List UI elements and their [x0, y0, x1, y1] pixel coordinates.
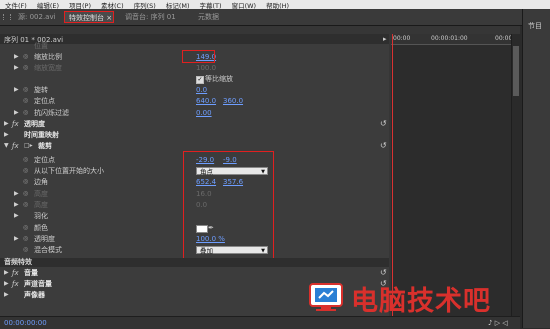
stopwatch-icon[interactable]: ◎ [23, 166, 28, 176]
fx-icon[interactable]: ƒx [12, 279, 19, 289]
stopwatch-icon[interactable]: ◎ [23, 245, 28, 255]
ruler-tc-mid: 00:00:01:00 [431, 35, 468, 42]
expand-triangle-icon[interactable]: ▶ [14, 85, 19, 95]
fx-icon[interactable]: ƒx [12, 141, 19, 151]
effect-label: 透明度 [24, 120, 45, 128]
stopwatch-icon[interactable]: ◎ [23, 200, 28, 210]
stopwatch-icon[interactable]: ◎ [23, 85, 28, 95]
watermark: 电脑技术吧 [307, 278, 491, 318]
effect-crop: ▼ ƒx □▸ 裁剪 ↺ [0, 141, 389, 151]
time-ruler[interactable]: 00:00 00:00:01:00 00:00 [391, 34, 513, 45]
highlight-box-scale [182, 50, 215, 63]
program-monitor-label[interactable]: 节目 [528, 21, 542, 31]
effect-label: 声道音量 [24, 280, 52, 288]
reset-icon[interactable]: ↺ [380, 119, 387, 129]
expand-triangle-icon[interactable]: ▶ [14, 63, 19, 73]
param-antiflicker: ▶ ◎ 抗闪烁过滤 0.00 [0, 108, 389, 118]
expand-triangle-icon[interactable]: ▶ [14, 234, 19, 244]
stopwatch-icon[interactable]: ◎ [23, 108, 28, 118]
reset-icon[interactable]: ↺ [380, 268, 387, 278]
scroll-thumb[interactable] [513, 46, 519, 96]
param-uniform-scale: 等比缩放 [0, 74, 389, 84]
ruler-tc-end: 00:00 [495, 35, 513, 42]
stopwatch-icon[interactable]: ◎ [23, 155, 28, 165]
param-label: 高度 [34, 190, 48, 198]
tab-audio-mixer[interactable]: 调音台: 序列 01 [121, 11, 180, 23]
ruler-tc-start: 00:00 [393, 35, 411, 42]
rotation-value[interactable]: 0.0 [196, 85, 207, 95]
expand-triangle-icon[interactable]: ▶ [4, 119, 9, 129]
effect-label: 音量 [24, 269, 38, 277]
param-label: 透明度 [34, 235, 55, 243]
vertical-scrollbar[interactable] [511, 34, 521, 316]
param-label: 等比缩放 [205, 75, 233, 83]
effect-opacity: ▶ ƒx 透明度 ↺ [0, 119, 389, 129]
param-label: 羽化 [34, 212, 48, 220]
grip-icon[interactable] [3, 14, 11, 20]
expand-triangle-icon[interactable]: ▶ [4, 290, 9, 300]
param-label: 位置 [34, 42, 48, 50]
playhead-line[interactable] [392, 34, 393, 316]
stopwatch-icon[interactable]: ◎ [23, 63, 28, 73]
param-label: 抗闪烁过滤 [34, 109, 69, 117]
highlight-box-crop-params [183, 151, 274, 259]
param-label: 缩放比例 [34, 53, 62, 61]
transform-box-icon[interactable]: □▸ [24, 141, 33, 151]
param-rotation: ▶ ◎ 旋转 0.0 [0, 85, 389, 95]
effect-label: 时间重映射 [24, 131, 59, 139]
tab-effect-controls[interactable]: 特效控制台 × [64, 11, 114, 23]
menu-bar: 文件(F) 编辑(E) 项目(P) 素材(C) 序列(S) 标记(M) 字幕(T… [0, 0, 550, 10]
param-label: 旋转 [34, 86, 48, 94]
collapse-triangle-icon[interactable]: ▼ [4, 141, 9, 151]
expand-triangle-icon[interactable]: ▶ [14, 200, 19, 210]
effect-label: 裁剪 [38, 142, 52, 150]
param-label: 缩放宽度 [34, 64, 62, 72]
param-label: 边角 [34, 178, 48, 186]
effect-timeline[interactable] [391, 34, 511, 316]
param-label: 定位点 [34, 97, 55, 105]
expand-triangle-icon[interactable]: ▶ [14, 52, 19, 62]
current-timecode[interactable]: 00:00:00:00 [4, 319, 47, 327]
expand-triangle-icon[interactable]: ▶ [4, 130, 9, 140]
fx-icon[interactable]: ƒx [12, 268, 19, 278]
expand-triangle-icon[interactable]: ▶ [14, 189, 19, 199]
stopwatch-icon[interactable]: ◎ [23, 52, 28, 62]
stopwatch-icon[interactable]: ◎ [23, 177, 28, 187]
expand-triangle-icon[interactable]: ▶ [14, 211, 19, 221]
param-label: 从以下位置开始的大小 [34, 167, 104, 175]
anchor-y-value[interactable]: 360.0 [223, 96, 243, 106]
panel-tab-bar: 源: 002.avi 特效控制台 × 调音台: 序列 01 元数据 [0, 9, 550, 26]
scale-width-value: 100.0 [196, 64, 217, 72]
program-monitor-panel: 节目 [522, 9, 550, 328]
audio-effects-header: 音频特效 [0, 258, 389, 267]
watermark-text: 电脑技术吧 [351, 285, 491, 317]
antiflicker-value[interactable]: 0.00 [196, 108, 212, 118]
expand-triangle-icon[interactable]: ▶ [4, 268, 9, 278]
stopwatch-icon[interactable]: ◎ [23, 189, 28, 199]
watermark-logo-icon [307, 282, 349, 314]
tab-metadata[interactable]: 元数据 [194, 11, 223, 23]
stopwatch-icon[interactable]: ◎ [23, 234, 28, 244]
param-anchor: ◎ 定位点 640.0 360.0 [0, 96, 389, 106]
stopwatch-icon[interactable]: ◎ [23, 223, 28, 233]
effect-volume: ▶ ƒx 音量 ↺ [0, 268, 389, 278]
reset-icon[interactable]: ↺ [380, 141, 387, 151]
param-scale-width: ▶ ◎ 缩放宽度 100.0 [0, 63, 389, 73]
effect-label: 声像器 [24, 291, 45, 299]
anchor-x-value[interactable]: 640.0 [196, 96, 216, 106]
expand-triangle-icon[interactable]: ▶ [14, 108, 19, 118]
tab-source[interactable]: 源: 002.avi [14, 11, 60, 23]
stopwatch-icon[interactable]: ◎ [23, 96, 28, 106]
audio-effects-title: 音频特效 [4, 258, 32, 266]
effect-time-remap: ▶ 时间重映射 [0, 130, 389, 140]
footer-tool-icons[interactable]: ♪ ▷ ◁ [488, 319, 508, 327]
expand-triangle-icon[interactable]: ▶ [4, 279, 9, 289]
param-label: 定位点 [34, 156, 55, 164]
param-label: 混合模式 [34, 246, 62, 254]
fx-icon[interactable]: ƒx [12, 119, 19, 129]
param-label: 高度 [34, 201, 48, 209]
param-label: 颜色 [34, 224, 48, 232]
